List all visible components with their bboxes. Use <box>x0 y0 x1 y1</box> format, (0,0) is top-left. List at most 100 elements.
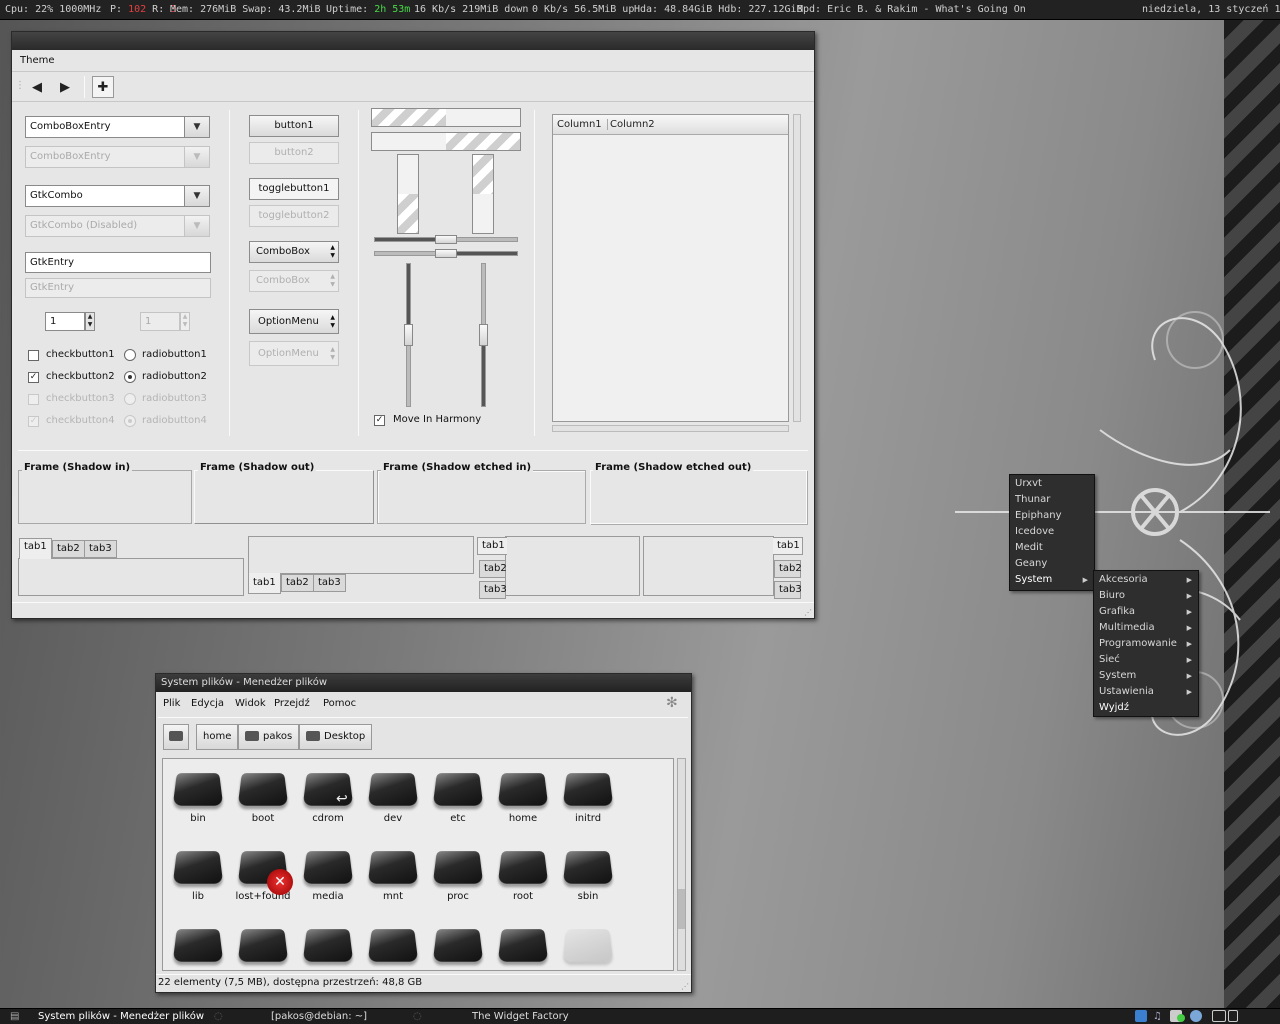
path-root-button[interactable] <box>163 724 189 750</box>
file-item-partial[interactable] <box>556 927 620 969</box>
task-terminal[interactable]: [pakos@debian: ~] <box>271 1009 367 1024</box>
scrollbar-thumb[interactable] <box>678 889 685 929</box>
menu-przejdz[interactable]: Przejdź <box>274 698 310 709</box>
globe-tray-icon[interactable] <box>1190 1010 1202 1022</box>
file-item-proc[interactable]: proc <box>426 849 490 902</box>
checkbutton1-label[interactable]: checkbutton1 <box>46 349 115 360</box>
hscale-2[interactable] <box>374 249 518 258</box>
file-item-bin[interactable]: bin <box>166 771 230 824</box>
tree-vertical-scrollbar[interactable] <box>793 114 801 422</box>
notebook-bottom-tab3[interactable]: tab3 <box>313 574 346 592</box>
path-pakos-button[interactable]: pakos <box>238 724 300 750</box>
button1[interactable]: button1 <box>249 115 339 137</box>
notebook-top-tab3[interactable]: tab3 <box>84 540 117 558</box>
column2-header[interactable]: Column2 <box>610 119 655 130</box>
resize-grip-icon[interactable]: ⋰ <box>681 982 689 991</box>
notebook-right-tab2[interactable]: tab2 <box>774 560 802 578</box>
vscale-1[interactable] <box>404 263 413 407</box>
slider-handle[interactable] <box>404 324 413 346</box>
menu-widok[interactable]: Widok <box>235 698 266 709</box>
file-item-partial[interactable] <box>296 927 360 969</box>
combobox-button[interactable]: ComboBox ▲ ▼ <box>249 241 339 263</box>
slider-handle[interactable] <box>435 249 457 258</box>
gtkcombo-dropdown-button[interactable]: ▼ <box>184 185 210 207</box>
spin-arrows-icon[interactable]: ▲ ▼ <box>85 312 95 331</box>
file-item-dev[interactable]: dev <box>361 771 425 824</box>
file-item-cdrom[interactable]: ↩ cdrom <box>296 771 360 824</box>
file-item-sbin[interactable]: sbin <box>556 849 620 902</box>
spinbutton-input[interactable]: 1 <box>45 312 85 331</box>
optionmenu-button[interactable]: OptionMenu ▲ ▼ <box>249 309 339 334</box>
submenu-item-wyjdz[interactable]: Wyjdź <box>1094 700 1198 716</box>
menu-pomoc[interactable]: Pomoc <box>323 698 356 709</box>
menu-item-epiphany[interactable]: Epiphany <box>1010 508 1094 524</box>
file-item-mnt[interactable]: mnt <box>361 849 425 902</box>
notebook-left-tab1[interactable]: tab1 <box>477 537 507 555</box>
menu-item-thunar[interactable]: Thunar <box>1010 492 1094 508</box>
radiobutton2-label[interactable]: radiobutton2 <box>142 371 207 382</box>
togglebutton1[interactable]: togglebutton1 <box>249 178 339 200</box>
notebook-top-tab1[interactable]: tab1 <box>19 538 52 559</box>
menu-item-urxvt[interactable]: Urxvt <box>1010 476 1094 492</box>
notebook-top-tab2[interactable]: tab2 <box>52 540 85 558</box>
notebook-bottom-tab1[interactable]: tab1 <box>248 573 281 594</box>
menu-theme[interactable]: Theme <box>20 55 55 66</box>
slider-handle[interactable] <box>479 324 488 346</box>
submenu-item-grafika[interactable]: Grafika ▶ <box>1094 604 1198 620</box>
radiobutton1-circle[interactable] <box>124 349 136 361</box>
submenu-item-biuro[interactable]: Biuro ▶ <box>1094 588 1198 604</box>
back-arrow-icon[interactable]: ◀ <box>26 76 48 98</box>
file-item-partial[interactable] <box>231 927 295 969</box>
file-item-home[interactable]: home <box>491 771 555 824</box>
checkbutton2-box[interactable]: ✓ <box>28 372 39 383</box>
icon-view-scrollbar[interactable] <box>677 758 686 971</box>
notebook-left-tab3[interactable]: tab3 <box>479 581 507 599</box>
tree-horizontal-scrollbar[interactable] <box>552 425 789 432</box>
desktop-switch-icon[interactable] <box>1212 1010 1226 1022</box>
path-desktop-button[interactable]: Desktop <box>299 724 373 750</box>
tree-view[interactable]: Column1 Column2 <box>552 114 789 422</box>
column1-header[interactable]: Column1 <box>557 119 608 130</box>
file-item-partial[interactable] <box>361 927 425 969</box>
toolbar-grip-icon[interactable]: ⋮ <box>15 80 25 91</box>
network-tray-icon[interactable] <box>1135 1010 1147 1022</box>
file-item-partial[interactable] <box>491 927 555 969</box>
menu-item-medit[interactable]: Medit <box>1010 540 1094 556</box>
file-item-root[interactable]: root <box>491 849 555 902</box>
file-item-media[interactable]: media <box>296 849 360 902</box>
file-item-partial[interactable] <box>166 927 230 969</box>
submenu-item-system[interactable]: System ▶ <box>1094 668 1198 684</box>
file-item-etc[interactable]: etc <box>426 771 490 824</box>
window-list-icon[interactable] <box>1228 1010 1238 1022</box>
menu-item-geany[interactable]: Geany <box>1010 556 1094 572</box>
checkbutton1-box[interactable] <box>28 350 39 361</box>
notebook-right-tab1[interactable]: tab1 <box>773 537 803 555</box>
file-manager-titlebar[interactable]: System plików - Menedżer plików <box>156 674 691 692</box>
notebook-left-tab2[interactable]: tab2 <box>479 560 507 578</box>
submenu-item-ustawienia[interactable]: Ustawienia ▶ <box>1094 684 1198 700</box>
checkbutton2-label[interactable]: checkbutton2 <box>46 371 115 382</box>
gtkentry-input[interactable]: GtkEntry <box>25 252 211 273</box>
task-file-manager[interactable]: System plików - Menedżer plików <box>38 1009 204 1024</box>
terminal-icon[interactable]: ▤ <box>10 1009 19 1024</box>
path-home-button[interactable]: home <box>196 724 239 750</box>
window-titlebar[interactable] <box>12 32 814 50</box>
comboboxentry-input[interactable]: ComboBoxEntry <box>25 116 185 138</box>
notebook-bottom-tab2[interactable]: tab2 <box>281 574 314 592</box>
submenu-item-siec[interactable]: Sieć ▶ <box>1094 652 1198 668</box>
notebook-right-tab3[interactable]: tab3 <box>774 581 802 599</box>
vscale-2[interactable] <box>479 263 488 407</box>
file-item-partial[interactable] <box>426 927 490 969</box>
menu-item-system[interactable]: System ▶ <box>1010 572 1094 588</box>
forward-arrow-icon[interactable]: ▶ <box>54 76 76 98</box>
resize-grip-icon[interactable]: ⋰ <box>804 608 812 617</box>
plus-icon[interactable]: ✚ <box>92 76 114 98</box>
submenu-item-multimedia[interactable]: Multimedia ▶ <box>1094 620 1198 636</box>
file-item-boot[interactable]: boot <box>231 771 295 824</box>
slider-handle[interactable] <box>435 235 457 244</box>
file-item-lost-found[interactable]: ✕ lost+found <box>231 849 295 902</box>
icon-view[interactable]: bin boot ↩ cdrom dev etc home initrd lib … <box>162 758 674 971</box>
radiobutton1-label[interactable]: radiobutton1 <box>142 349 207 360</box>
file-item-lib[interactable]: lib <box>166 849 230 902</box>
menu-item-icedove[interactable]: Icedove <box>1010 524 1094 540</box>
